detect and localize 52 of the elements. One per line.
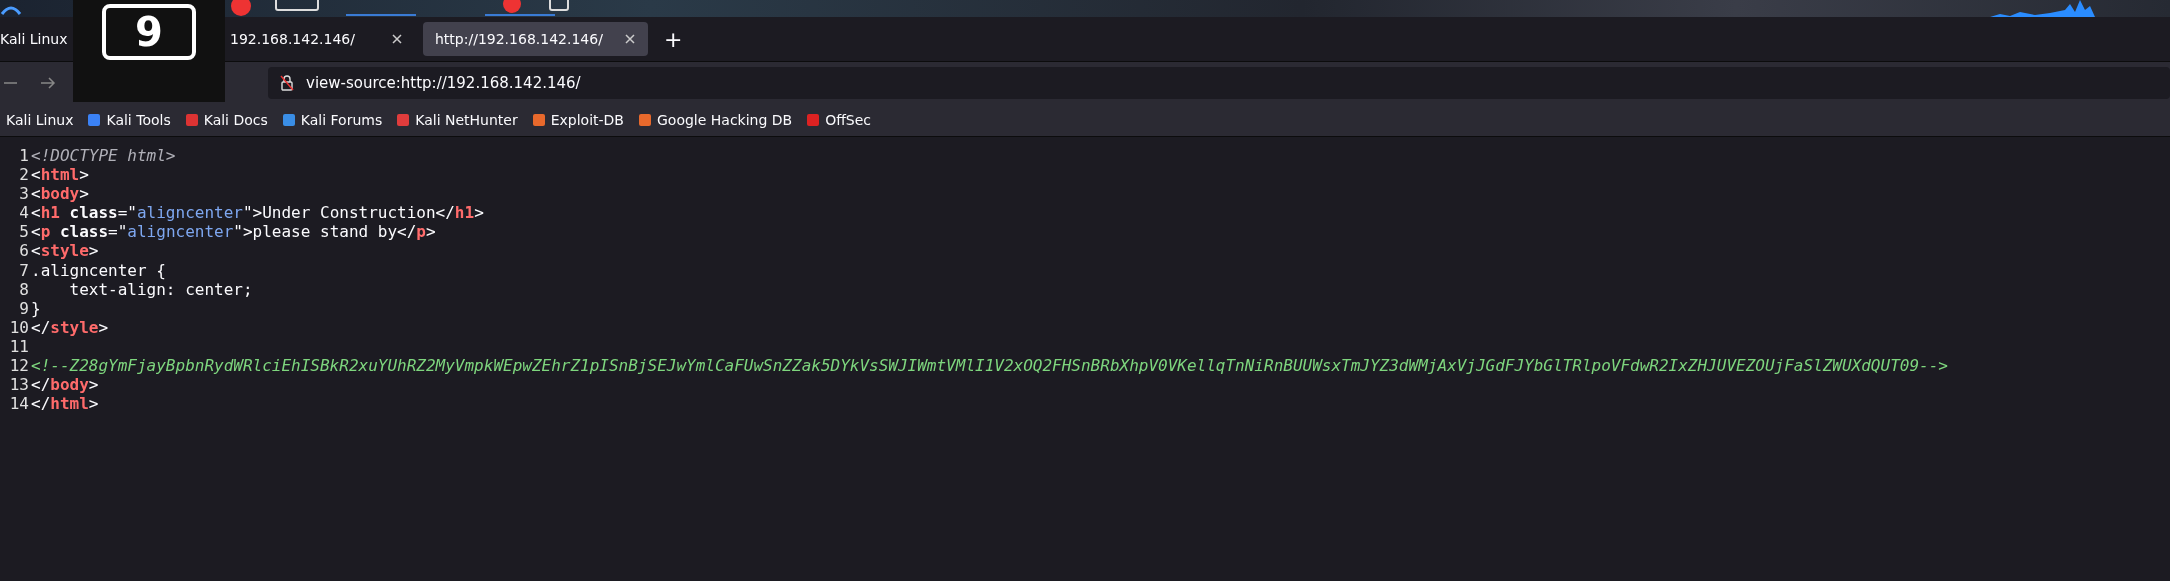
bookmark-favicon-icon	[396, 113, 411, 127]
line-number: 7	[18, 260, 30, 280]
line-number: 14	[8, 394, 30, 414]
bookmark-link[interactable]: Kali Tools	[87, 112, 171, 128]
bookmark-link[interactable]: OffSec	[806, 112, 872, 128]
bookmark-favicon-icon	[638, 113, 652, 127]
new-tab-button[interactable]: +	[658, 25, 689, 53]
bookmark-favicon-icon	[281, 113, 296, 127]
line-number: 8	[18, 279, 30, 299]
code-line: <body>	[31, 184, 89, 204]
bookmark-favicon-icon	[87, 113, 102, 127]
workspace-number: 9	[102, 4, 196, 60]
record-icon	[500, 0, 524, 16]
bookmark-favicon-icon	[806, 113, 821, 127]
forward-arrow-icon[interactable]	[40, 76, 56, 90]
code-line: <html>	[31, 165, 89, 185]
bookmark-link[interactable]: Exploit-DB	[531, 112, 624, 128]
line-number: 3	[18, 184, 30, 204]
line-number: 11	[8, 336, 30, 357]
code-line: </html>	[31, 394, 99, 414]
code-line: <style>	[31, 241, 99, 261]
line-number: 4	[18, 203, 30, 223]
bookmark-favicon-icon	[531, 113, 546, 127]
window-icon	[275, 0, 319, 12]
code-line: <p class="aligncenter">please stand by</p>	[31, 222, 436, 242]
line-number: 2	[18, 165, 30, 185]
lock-icon	[280, 75, 294, 91]
line-number: 12	[8, 356, 30, 376]
bookmark-link[interactable]: Google Hacking DB	[638, 112, 793, 128]
code-line: <!DOCTYPE html>	[31, 146, 176, 166]
line-number: 9	[18, 298, 30, 318]
line-number: 6	[18, 241, 30, 261]
code-line: .aligncenter {	[31, 260, 166, 280]
code-line: <!--Z28gYmFjayBpbnRydWRlciEhISBkR2xuYUhRZ2MyVmpkWEpwZEhrZ1pISnBjSEJwYmlCaFUwSnZZak5DYkVsSWJIWmtVMlI1V2xOQ2FHSnBRbXhpV0VKellqTnNiRnBUUWsxTmJYZ3dWMjAxVjJGdFJYbGlTRlpoVFdwR2IxZHJUVEZOUjFaSlZWUXdQUT09-->	[31, 356, 1948, 376]
bookmark-link[interactable]: Kali NetHunter	[396, 112, 518, 128]
code-line: </body>	[31, 375, 99, 395]
line-number: 1	[18, 146, 30, 166]
line-number: 10	[8, 317, 30, 337]
code-line: text-align: center;	[68, 279, 253, 299]
close-icon[interactable]	[624, 33, 636, 45]
bookmark-link[interactable]: Kali Forums	[281, 112, 383, 128]
code-line: <h1 class="aligncenter">Under Construction</h1>	[31, 203, 484, 223]
line-number: 13	[8, 375, 30, 395]
bookmark-link[interactable]: Kali Docs	[184, 112, 268, 128]
code-line: </style>	[31, 317, 109, 337]
bookmark-favicon-icon	[184, 113, 199, 127]
line-number: 5	[18, 222, 30, 242]
browser-tab[interactable]: http://192.168.142.146/	[423, 22, 648, 56]
close-icon[interactable]	[391, 33, 403, 45]
code-line: }	[31, 298, 41, 318]
address-field[interactable]: view-source:http://192.168.142.146/	[268, 67, 2170, 99]
bookmark-link[interactable]: Kali Linux	[6, 112, 74, 128]
